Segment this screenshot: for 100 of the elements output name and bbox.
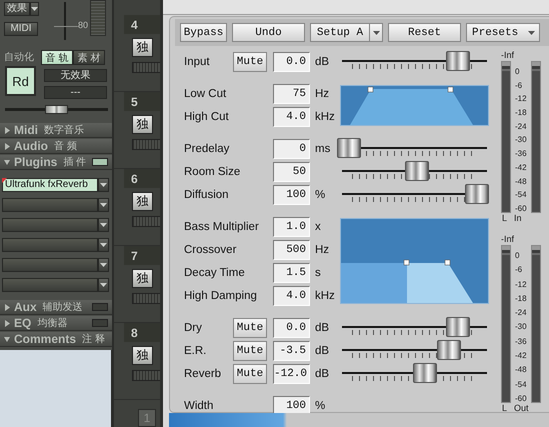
dropdown-button[interactable] bbox=[98, 198, 109, 212]
caret-icon bbox=[528, 30, 535, 34]
section-title: Aux bbox=[14, 300, 37, 314]
channel-number: 5 bbox=[124, 92, 160, 111]
value-field[interactable]: 1.0 bbox=[273, 216, 310, 236]
toggle-indicator[interactable] bbox=[92, 158, 108, 166]
toolbar-button[interactable]: Bypass bbox=[180, 23, 227, 42]
dropdown-button[interactable] bbox=[98, 178, 109, 192]
unit-label: % bbox=[314, 400, 326, 412]
scale-label: -60 bbox=[515, 394, 527, 403]
unit-label: ms bbox=[314, 142, 332, 154]
slider-thumb[interactable] bbox=[437, 340, 462, 360]
mute-button[interactable]: Mute bbox=[233, 340, 267, 360]
scale-label: -24 bbox=[515, 122, 527, 131]
solo-button[interactable]: 独 bbox=[132, 38, 153, 57]
value-field[interactable]: 0.0 bbox=[273, 52, 310, 72]
dropdown-button[interactable] bbox=[98, 218, 109, 232]
scale-label: -18 bbox=[515, 294, 527, 303]
dropdown-button[interactable] bbox=[98, 258, 109, 272]
parameter-label: High Damping bbox=[184, 290, 257, 302]
section-header[interactable]: Plugins 插 件 bbox=[0, 155, 112, 170]
dropdown-button[interactable] bbox=[98, 278, 109, 292]
section-title: Comments bbox=[14, 332, 76, 346]
slider-thumb[interactable] bbox=[405, 161, 430, 181]
slider-thumb[interactable] bbox=[412, 363, 437, 383]
scale-label: -24 bbox=[515, 308, 527, 318]
parameter-label: Diffusion bbox=[184, 188, 229, 200]
scale-label: -18 bbox=[515, 108, 527, 118]
value-field[interactable]: -12.0 bbox=[273, 364, 310, 384]
automation-label: 自动化 bbox=[4, 51, 35, 64]
solo-button[interactable]: 独 bbox=[132, 192, 153, 211]
parameter-label: Reverb bbox=[184, 368, 222, 380]
effect-field[interactable]: 无效果 bbox=[44, 69, 107, 82]
collapse-icon[interactable] bbox=[4, 336, 10, 342]
scale-label: -30 bbox=[515, 322, 527, 332]
section-subtitle: 注 释 bbox=[82, 332, 106, 346]
slider-thumb[interactable] bbox=[337, 138, 362, 158]
solo-button[interactable]: 独 bbox=[132, 269, 153, 288]
section-header[interactable]: EQ 均衡器 bbox=[0, 316, 112, 331]
slider-thumb[interactable] bbox=[45, 105, 68, 114]
read-button[interactable]: Rd bbox=[5, 66, 36, 96]
dropdown-button[interactable] bbox=[30, 2, 39, 16]
parameter-label: Room Size bbox=[184, 166, 240, 178]
mute-button[interactable]: Mute bbox=[233, 318, 267, 338]
toolbar-button[interactable]: Reset bbox=[388, 23, 461, 42]
value-field[interactable]: 1.5 bbox=[273, 262, 310, 282]
value-field[interactable]: 100 bbox=[273, 184, 310, 204]
value-field[interactable]: 500 bbox=[273, 240, 310, 260]
solo-button[interactable]: 独 bbox=[132, 346, 153, 365]
solo-button[interactable]: 独 bbox=[132, 115, 153, 134]
plugin-slot[interactable]: Ultrafunk fxReverb bbox=[2, 178, 98, 192]
midi-button[interactable]: MIDI bbox=[4, 22, 38, 36]
presets-dropdown[interactable]: Presets bbox=[466, 23, 540, 42]
dropdown-button[interactable] bbox=[370, 23, 383, 42]
expand-icon[interactable] bbox=[4, 304, 10, 310]
value-field[interactable]: 4.0 bbox=[273, 286, 310, 306]
tab[interactable]: 素 材 bbox=[73, 50, 105, 64]
caret-icon bbox=[100, 263, 107, 267]
value-field[interactable]: -3.5 bbox=[273, 340, 310, 360]
toggle-indicator[interactable] bbox=[92, 303, 108, 311]
expand-icon[interactable] bbox=[4, 142, 10, 150]
unit-label: x bbox=[314, 220, 322, 232]
value-field[interactable]: 100 bbox=[273, 396, 310, 416]
expand-icon[interactable] bbox=[4, 126, 10, 134]
mute-button[interactable]: Mute bbox=[233, 52, 267, 72]
caret-icon bbox=[372, 30, 380, 34]
scale-label: -6 bbox=[515, 80, 524, 90]
dropdown-button[interactable] bbox=[98, 238, 109, 252]
expand-icon[interactable] bbox=[4, 320, 10, 326]
section-subtitle: 数字音乐 bbox=[44, 124, 85, 137]
collapse-icon[interactable] bbox=[4, 158, 10, 166]
unit-label: Hz bbox=[314, 244, 330, 256]
value-field[interactable]: 0 bbox=[273, 138, 310, 158]
section-title: Plugins bbox=[14, 155, 58, 169]
scale-label: -6 bbox=[515, 265, 524, 274]
effects-button[interactable]: 效果 bbox=[4, 2, 30, 16]
section-header[interactable]: Audio 音 频 bbox=[0, 139, 112, 154]
preset-field[interactable]: --- bbox=[44, 86, 107, 99]
active-mark bbox=[2, 178, 7, 183]
value-field[interactable]: 0.0 bbox=[273, 318, 310, 338]
section-header[interactable]: Midi 数字音乐 bbox=[0, 123, 112, 138]
mute-button[interactable]: Mute bbox=[233, 364, 267, 384]
section-subtitle: 均衡器 bbox=[37, 317, 68, 330]
toggle-indicator[interactable] bbox=[92, 319, 108, 327]
comments-field[interactable] bbox=[0, 350, 112, 427]
section-header[interactable]: Comments 注 释 bbox=[0, 332, 112, 347]
parameter-label: Width bbox=[184, 400, 214, 412]
value-field[interactable]: 50 bbox=[273, 162, 310, 182]
caret-icon bbox=[100, 183, 107, 187]
value-field[interactable]: 4.0 bbox=[273, 106, 310, 126]
slider-thumb[interactable] bbox=[446, 51, 470, 71]
slider-thumb[interactable] bbox=[446, 317, 470, 337]
section-header[interactable]: Aux 辅助发送 bbox=[0, 300, 112, 315]
parameter-label: E.R. bbox=[184, 344, 206, 356]
value-field[interactable]: 75 bbox=[273, 84, 310, 104]
toolbar-button[interactable]: Undo bbox=[232, 23, 305, 42]
slider-thumb[interactable] bbox=[464, 184, 489, 204]
decay-graph[interactable] bbox=[340, 218, 489, 304]
tab[interactable]: 音 轨 bbox=[41, 50, 73, 64]
setup-button[interactable]: Setup A bbox=[310, 23, 370, 42]
